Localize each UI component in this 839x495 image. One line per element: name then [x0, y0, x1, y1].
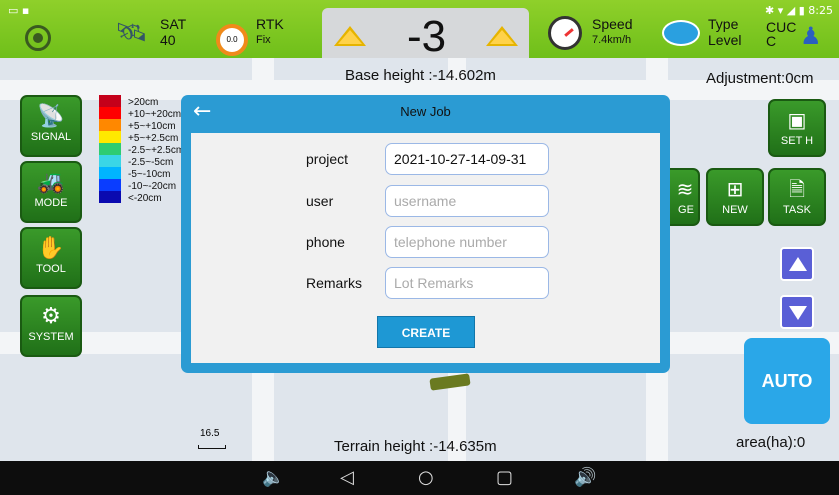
area-value: area(ha):0 [736, 434, 806, 451]
dialog-header: ← New Job [181, 95, 670, 129]
scale-bar [198, 445, 226, 449]
deviation-value: -3 [407, 12, 447, 61]
legend-label: <-20cm [128, 193, 162, 204]
signal-button[interactable]: 📡 SIGNAL [20, 95, 82, 157]
remarks-input[interactable] [385, 267, 549, 299]
gear-icon: ⚙ [41, 304, 61, 329]
system-status-icons: ✱ ▾ ◢ ▮ 8:25 [765, 4, 833, 17]
user-input[interactable] [385, 185, 549, 217]
up-arrow-icon [789, 257, 807, 271]
legend-label: +5~+10cm [128, 121, 176, 132]
notification-icons: ▭ ▪ [8, 4, 30, 17]
level-value: C [766, 33, 777, 49]
project-input[interactable] [385, 143, 549, 175]
up-arrow-button[interactable] [780, 247, 814, 281]
legend-label: +10~+20cm [128, 109, 182, 120]
legend-swatch [99, 143, 121, 155]
set-h-button[interactable]: ▣ SET H [768, 99, 826, 157]
right-deviation-icon [486, 26, 518, 46]
legend-label: +5~+2.5cm [128, 133, 179, 144]
volume-down-icon[interactable]: 🔈 [262, 467, 284, 488]
tool-button[interactable]: ✋ TOOL [20, 227, 82, 289]
legend-swatch [99, 107, 121, 119]
legend-label: -2.5~+2.5cm [128, 145, 184, 156]
new-button[interactable]: ⊞ NEW [706, 168, 764, 226]
legend-swatch [99, 155, 121, 167]
add-icon: ⊞ [726, 177, 744, 201]
legend-label: -2.5~-5cm [128, 157, 174, 168]
implement-type-icon [662, 20, 700, 46]
system-nav-bar: 🔈 ◁ ○ ▢ 🔊 [0, 461, 839, 495]
type-label: Type [708, 16, 739, 32]
new-job-dialog: ← New Job project user phone Remarks CRE… [181, 95, 670, 373]
mode-button[interactable]: 🚜 MODE [20, 161, 82, 223]
terrain-height: Terrain height :-14.635m [334, 438, 497, 455]
satellite-icon: 🛰 [115, 18, 149, 48]
level-label: Level [708, 32, 742, 48]
left-deviation-icon [334, 26, 366, 46]
rtk-value: Fix [256, 34, 271, 46]
legend-label: -5~-10cm [128, 169, 171, 180]
task-icon: 🗎 [788, 177, 806, 201]
legend-swatch [99, 191, 121, 203]
speedometer-icon [548, 16, 582, 50]
antenna-icon: 📡 [37, 104, 65, 129]
recents-nav-icon[interactable]: ▢ [496, 467, 513, 488]
adjustment: Adjustment:0cm [706, 70, 814, 87]
rtk-gauge-icon: 0.0 [216, 24, 248, 56]
tractor-icon: 🚜 [37, 170, 65, 195]
type-value: CUC [766, 19, 797, 35]
phone-input[interactable] [385, 226, 549, 258]
dialog-title: New Job [400, 104, 451, 119]
user-icon[interactable]: ♟ [800, 22, 822, 50]
auto-button[interactable]: AUTO [744, 338, 830, 424]
phone-label: phone [306, 234, 345, 250]
legend-swatch [99, 131, 121, 143]
scale-value: 16.5 [200, 428, 220, 439]
hand-tool-icon: ✋ [37, 236, 65, 261]
back-nav-icon[interactable]: ◁ [340, 467, 354, 488]
legend-swatch [99, 179, 121, 191]
dialog-body: project user phone Remarks CREATE [191, 133, 660, 363]
task-button[interactable]: 🗎 TASK [768, 168, 826, 226]
sat-label: SAT [160, 16, 187, 32]
legend-swatch [99, 167, 121, 179]
volume-up-icon[interactable]: 🔊 [574, 467, 596, 488]
manage-icon: ≋ [676, 177, 694, 201]
speed-value: 7.4km/h [592, 34, 632, 46]
legend-swatch [99, 119, 121, 131]
legend-label: >20cm [128, 97, 159, 108]
remarks-label: Remarks [306, 275, 363, 291]
user-label: user [306, 193, 334, 209]
legend-swatch [99, 95, 121, 107]
rtk-label: RTK [256, 16, 284, 32]
down-arrow-button[interactable] [780, 295, 814, 329]
create-button[interactable]: CREATE [377, 316, 475, 348]
base-height: Base height :-14.602m [345, 67, 496, 84]
deviation-panel: -3 [322, 8, 529, 61]
sat-value: 40 [160, 32, 176, 48]
system-button[interactable]: ⚙ SYSTEM [20, 295, 82, 357]
monitor-icon: ▣ [787, 108, 807, 132]
down-arrow-icon [789, 306, 807, 320]
legend-label: -10~-20cm [128, 181, 177, 192]
home-nav-icon[interactable]: ○ [418, 467, 434, 488]
status-bar: ▭ ▪ 🛰 SAT 40 0.0 RTK Fix -3 Speed 7.4km/… [0, 0, 839, 61]
project-label: project [306, 151, 349, 167]
location-target-icon[interactable] [25, 25, 51, 51]
speed-label: Speed [592, 16, 633, 32]
